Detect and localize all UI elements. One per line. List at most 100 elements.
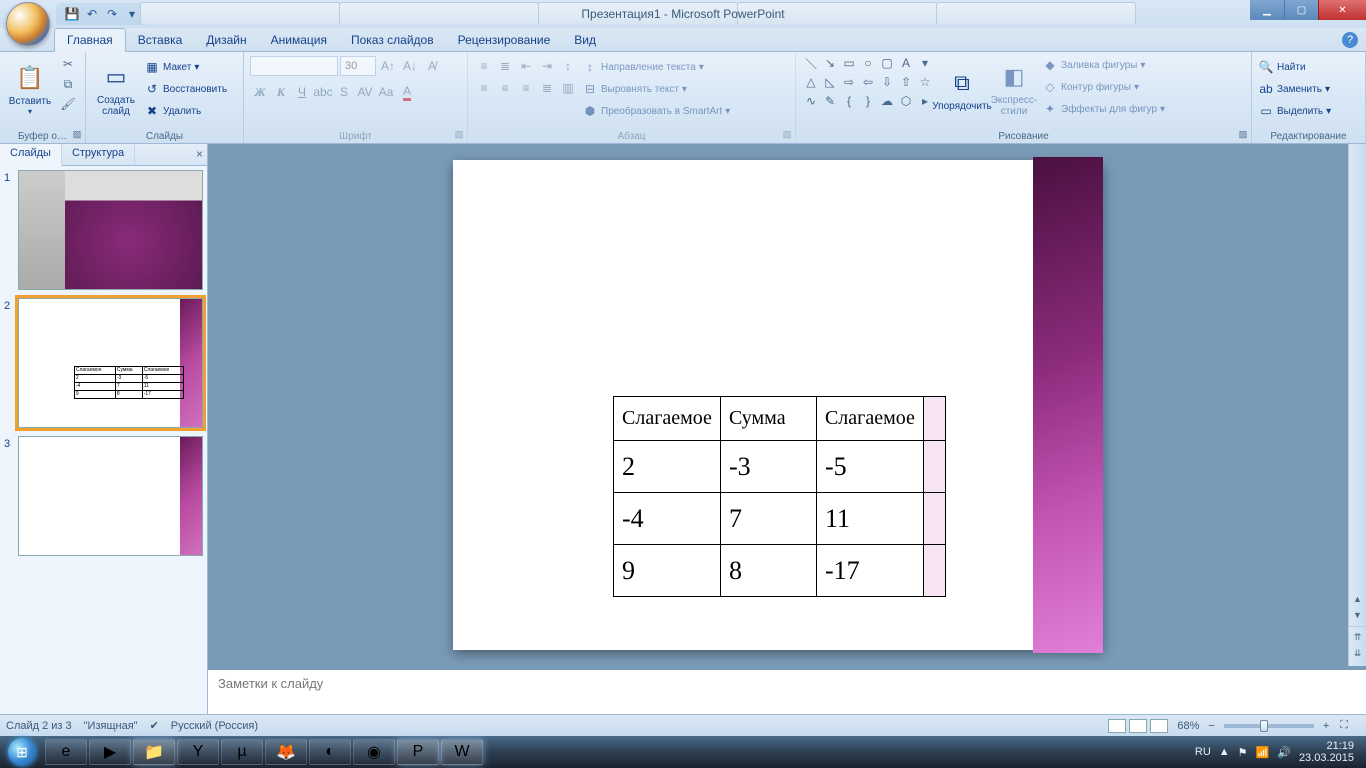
inc-indent-button[interactable]: ⇥	[537, 56, 557, 76]
redo-icon[interactable]: ↷	[104, 6, 120, 22]
line-spacing-button[interactable]: ↕	[558, 56, 578, 76]
bold-button[interactable]: Ж	[250, 82, 270, 102]
scroll-down-icon[interactable]: ▼	[1351, 610, 1365, 624]
table-cell[interactable]: -3	[720, 441, 816, 493]
tab-view[interactable]: Вид	[562, 29, 608, 51]
shape-rarrow-icon[interactable]: ⇨	[840, 73, 858, 91]
shape-larrow-icon[interactable]: ⇦	[859, 73, 877, 91]
tray-clock[interactable]: 21:19 23.03.2015	[1299, 740, 1354, 764]
shapes-gallery[interactable]: ＼ ↘ ▭ ○ ▢ A ▾ △ ◺ ⇨ ⇦ ⇩ ⇧ ☆ ∿ ✎ { } ☁ ⬡	[802, 54, 934, 110]
bg-tab[interactable]	[339, 2, 539, 24]
char-spacing-button[interactable]: AV	[355, 82, 375, 102]
vertical-scrollbar[interactable]: ▲ ▼ ⇈ ⇊	[1348, 144, 1366, 666]
shape-outline-button[interactable]: ◇Контур фигуры ▾	[1042, 76, 1165, 98]
dialog-launcher-icon[interactable]: ▨	[781, 129, 793, 141]
shape-text-icon[interactable]: A	[897, 54, 915, 72]
select-button[interactable]: ▭Выделить ▾	[1258, 100, 1331, 122]
taskbar-explorer[interactable]: 📁	[133, 739, 175, 765]
office-button[interactable]	[6, 2, 50, 46]
shape-tri-icon[interactable]: △	[802, 73, 820, 91]
delete-button[interactable]: ✖Удалить	[144, 100, 227, 122]
paste-button[interactable]: 📋 Вставить ▾	[6, 54, 54, 124]
taskbar-media[interactable]: ▶	[89, 739, 131, 765]
tab-design[interactable]: Дизайн	[194, 29, 258, 51]
shape-star-icon[interactable]: ☆	[916, 73, 934, 91]
tab-outline[interactable]: Структура	[62, 144, 135, 165]
table-cell[interactable]	[923, 545, 945, 597]
help-button[interactable]: ?	[1342, 32, 1358, 48]
qat-customize-icon[interactable]: ▾	[124, 6, 140, 22]
network-icon[interactable]: 📶	[1256, 746, 1270, 759]
table-cell[interactable]: -5	[816, 441, 923, 493]
volume-icon[interactable]: 🔊	[1277, 746, 1291, 759]
strike-button[interactable]: abc	[313, 82, 333, 102]
table-cell[interactable]: Сумма	[720, 397, 816, 441]
view-show-button[interactable]	[1150, 719, 1168, 733]
tab-review[interactable]: Рецензирование	[446, 29, 563, 51]
smartart-button[interactable]: ⬢Преобразовать в SmartArt ▾	[582, 100, 730, 122]
align-left-button[interactable]: ≡	[474, 78, 494, 98]
view-normal-button[interactable]	[1108, 719, 1126, 733]
table-cell[interactable]: 9	[614, 545, 721, 597]
align-center-button[interactable]: ≡	[495, 78, 515, 98]
italic-button[interactable]: К	[271, 82, 291, 102]
numbering-button[interactable]: ≣	[495, 56, 515, 76]
canvas[interactable]: Слагаемое Сумма Слагаемое 2 -3 -5	[208, 144, 1348, 666]
clear-format-button[interactable]: A̸	[422, 56, 442, 76]
save-icon[interactable]: 💾	[64, 6, 80, 22]
layout-button[interactable]: ▦Макет ▾	[144, 56, 227, 78]
shape-darrow-icon[interactable]: ⇩	[878, 73, 896, 91]
shape-uarrow-icon[interactable]: ⇧	[897, 73, 915, 91]
shape-rect-icon[interactable]: ▭	[840, 54, 858, 72]
shrink-font-button[interactable]: A↓	[400, 56, 420, 76]
notes-pane[interactable]: Заметки к слайду	[208, 666, 1366, 714]
zoom-thumb[interactable]	[1260, 720, 1268, 732]
font-color-button[interactable]: A	[397, 82, 417, 102]
scroll-up-icon[interactable]: ▲	[1351, 594, 1365, 608]
slide-thumb[interactable]: СлагаемоеСуммаСлагаемое 2-3-5 -4711 98-1…	[18, 298, 203, 428]
table-cell[interactable]: 2	[614, 441, 721, 493]
minimize-button[interactable]: ▁	[1250, 0, 1284, 20]
underline-button[interactable]: Ч	[292, 82, 312, 102]
align-text-button[interactable]: ⊟Выровнять текст ▾	[582, 78, 730, 100]
tab-slideshow[interactable]: Показ слайдов	[339, 29, 446, 51]
slide-thumb[interactable]	[18, 170, 203, 290]
justify-button[interactable]: ≣	[537, 78, 557, 98]
tab-insert[interactable]: Вставка	[126, 29, 195, 51]
reset-button[interactable]: ↺Восстановить	[144, 78, 227, 100]
grow-font-button[interactable]: A↑	[378, 56, 398, 76]
copy-button[interactable]: ⧉	[58, 74, 78, 94]
panel-close-icon[interactable]: ×	[196, 147, 203, 161]
bg-tab[interactable]	[936, 2, 1136, 24]
shape-curve-icon[interactable]: ∿	[802, 92, 820, 110]
dialog-launcher-icon[interactable]: ▨	[71, 129, 83, 141]
shape-brace-icon[interactable]: {	[840, 92, 858, 110]
shape-arrow-icon[interactable]: ↘	[821, 54, 839, 72]
taskbar-word[interactable]: W	[441, 739, 483, 765]
next-slide-icon[interactable]: ⇊	[1351, 648, 1365, 662]
flag-icon[interactable]: ⚑	[1238, 746, 1248, 759]
tab-home[interactable]: Главная	[54, 28, 126, 52]
maximize-button[interactable]: ▢	[1284, 0, 1318, 20]
dialog-launcher-icon[interactable]: ▨	[453, 129, 465, 141]
zoom-slider[interactable]	[1224, 724, 1314, 728]
arrange-button[interactable]: ⧉ Упорядочить	[938, 54, 986, 124]
undo-icon[interactable]: ↶	[84, 6, 100, 22]
zoom-value[interactable]: 68%	[1177, 720, 1199, 732]
shape-effects-button[interactable]: ✦Эффекты для фигур ▾	[1042, 98, 1165, 120]
view-sorter-button[interactable]	[1129, 719, 1147, 733]
table-cell[interactable]: Слагаемое	[816, 397, 923, 441]
tab-slides[interactable]: Слайды	[0, 144, 62, 166]
zoom-in-button[interactable]: +	[1323, 720, 1329, 732]
font-size-input[interactable]	[340, 56, 376, 76]
shape-cloud-icon[interactable]: ☁	[878, 92, 896, 110]
slide[interactable]: Слагаемое Сумма Слагаемое 2 -3 -5	[453, 160, 1103, 650]
shape-fill-button[interactable]: ◆Заливка фигуры ▾	[1042, 54, 1165, 76]
table-cell[interactable]	[923, 441, 945, 493]
shape-brace2-icon[interactable]: }	[859, 92, 877, 110]
status-language[interactable]: Русский (Россия)	[171, 720, 258, 732]
zoom-out-button[interactable]: −	[1208, 720, 1214, 732]
taskbar-chrome[interactable]: ◉	[353, 739, 395, 765]
status-spellcheck[interactable]: ✔	[150, 719, 159, 732]
table-cell[interactable]	[923, 493, 945, 545]
